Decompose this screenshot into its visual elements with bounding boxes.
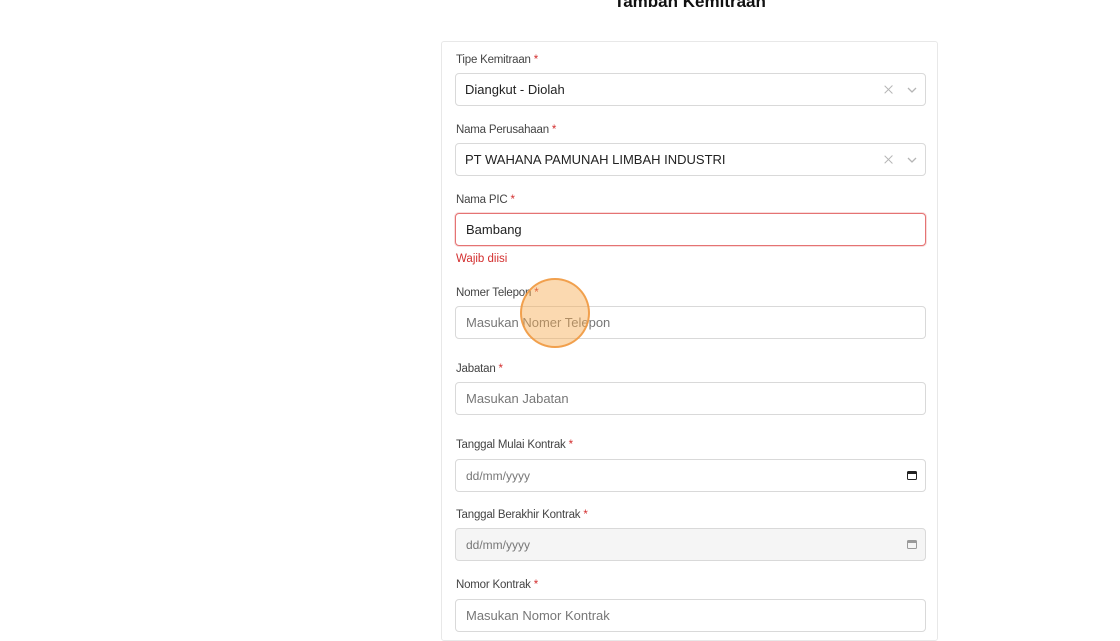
nama-perusahaan-label: Nama Perusahaan *	[456, 124, 556, 136]
required-marker: *	[510, 194, 515, 206]
jabatan-label: Jabatan *	[456, 363, 503, 375]
nomer-telepon-input[interactable]: Masukan Nomer Telepon	[455, 306, 926, 339]
nomer-telepon-label: Nomer Telepon *	[456, 287, 539, 299]
nomer-telepon-placeholder: Masukan Nomer Telepon	[466, 315, 611, 330]
nomor-kontrak-label-text: Nomor Kontrak	[456, 579, 531, 591]
tipe-kemitraan-value: Diangkut - Diolah	[465, 82, 565, 97]
jabatan-input[interactable]: Masukan Jabatan	[455, 382, 926, 415]
nama-pic-label: Nama PIC *	[456, 194, 515, 206]
nama-perusahaan-label-text: Nama Perusahaan	[456, 124, 549, 136]
nama-perusahaan-select[interactable]: PT WAHANA PAMUNAH LIMBAH INDUSTRI	[455, 143, 926, 176]
tanggal-berakhir-label: Tanggal Berakhir Kontrak *	[456, 509, 588, 521]
required-marker: *	[568, 439, 573, 451]
required-marker: *	[533, 579, 539, 591]
tipe-kemitraan-select[interactable]: Diangkut - Diolah	[455, 73, 926, 106]
tipe-kemitraan-label-text: Tipe Kemitraan	[456, 54, 531, 66]
tanggal-mulai-label-text: Tanggal Mulai Kontrak	[456, 439, 566, 451]
nomor-kontrak-label: Nomor Kontrak *	[456, 579, 538, 591]
required-marker: *	[498, 363, 503, 375]
partnership-form: Tipe Kemitraan * Diangkut - Diolah Nama P…	[441, 41, 938, 641]
tanggal-mulai-label: Tanggal Mulai Kontrak *	[456, 439, 573, 451]
calendar-icon	[907, 540, 917, 549]
tanggal-berakhir-label-text: Tanggal Berakhir Kontrak	[456, 509, 581, 521]
page-title: Tambah Kemitraan	[614, 0, 766, 11]
nama-pic-input[interactable]: Bambang	[455, 213, 926, 246]
tanggal-mulai-placeholder: dd/mm/yyyy	[466, 469, 531, 483]
nomer-telepon-label-text: Nomer Telepon	[456, 287, 532, 299]
required-marker: *	[534, 287, 539, 299]
chevron-down-icon[interactable]	[907, 87, 917, 93]
jabatan-label-text: Jabatan	[456, 363, 496, 375]
nama-pic-value: Bambang	[466, 222, 522, 237]
nomor-kontrak-input[interactable]: Masukan Nomor Kontrak	[455, 599, 926, 632]
chevron-down-icon[interactable]	[907, 157, 917, 163]
nama-pic-label-text: Nama PIC	[456, 194, 508, 206]
jabatan-placeholder: Masukan Jabatan	[466, 391, 569, 406]
required-marker: *	[533, 54, 539, 66]
tanggal-berakhir-placeholder: dd/mm/yyyy	[466, 538, 531, 552]
calendar-icon[interactable]	[907, 471, 917, 480]
tipe-kemitraan-label: Tipe Kemitraan *	[456, 54, 538, 66]
required-marker: *	[551, 124, 557, 136]
required-marker: *	[583, 509, 588, 521]
nama-pic-error: Wajib diisi	[456, 253, 508, 265]
nama-perusahaan-value: PT WAHANA PAMUNAH LIMBAH INDUSTRI	[465, 152, 726, 167]
tanggal-mulai-date-input[interactable]: dd/mm/yyyy	[455, 459, 926, 492]
clear-icon[interactable]	[884, 85, 893, 94]
nomor-kontrak-placeholder: Masukan Nomor Kontrak	[466, 608, 610, 623]
tanggal-berakhir-date-input: dd/mm/yyyy	[455, 528, 926, 561]
clear-icon[interactable]	[884, 155, 893, 164]
